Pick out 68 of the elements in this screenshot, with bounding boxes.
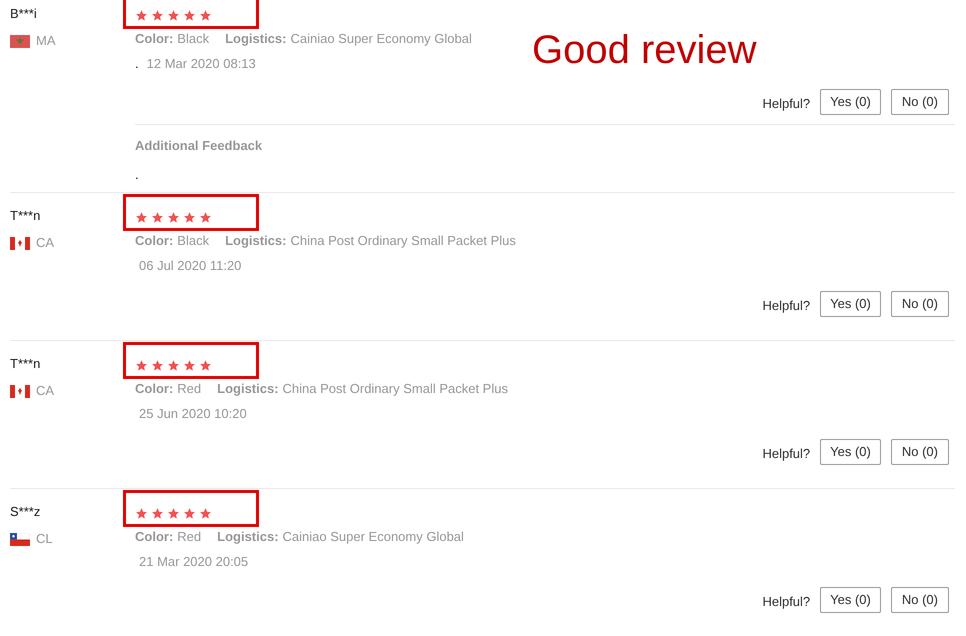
star-icon <box>199 358 212 372</box>
flag-icon <box>10 34 30 48</box>
color-label: Color: <box>135 380 174 398</box>
logistics-label: Logistics: <box>217 380 279 398</box>
star-icon <box>151 8 164 22</box>
star-icon <box>135 506 148 520</box>
star-icon <box>167 8 180 22</box>
color-label: Color: <box>135 30 174 48</box>
yes-button[interactable]: Yes (0) <box>820 587 881 613</box>
star-icon <box>167 210 180 224</box>
yes-button[interactable]: Yes (0) <box>820 291 881 317</box>
star-icon <box>199 210 212 224</box>
star-icon <box>183 506 196 520</box>
star-icon <box>151 506 164 520</box>
flag-icon <box>10 236 30 250</box>
helpful-label: Helpful? <box>762 297 810 316</box>
helpful-label: Helpful? <box>762 593 810 612</box>
no-button[interactable]: No (0) <box>890 291 949 317</box>
review-text: . <box>135 55 139 74</box>
color-value: Red <box>177 380 202 398</box>
country-code: CA <box>36 234 54 252</box>
no-button[interactable]: No (0) <box>890 587 949 613</box>
review-date: 06 Jul 2020 11:20 <box>139 257 242 276</box>
color-label: Color: <box>135 232 174 250</box>
reviewer-name: T***n <box>10 355 42 373</box>
flag-icon <box>10 532 30 546</box>
star-icon <box>151 358 164 372</box>
yes-button[interactable]: Yes (0) <box>820 89 881 115</box>
color-value: Black <box>177 30 210 48</box>
no-button[interactable]: No (0) <box>890 439 949 465</box>
logistics-value: Cainiao Super Economy Global <box>282 528 464 546</box>
review-date: 25 Jun 2020 10:20 <box>139 405 247 424</box>
additional-feedback-label: Additional Feedback <box>135 137 264 154</box>
country-code: CL <box>36 530 53 548</box>
star-icon <box>151 210 164 224</box>
logistics-label: Logistics: <box>225 30 286 48</box>
review-date: 12 Mar 2020 08:13 <box>146 55 256 74</box>
logistics-label: Logistics: <box>217 528 279 546</box>
reviewer-name: B***i <box>10 5 38 23</box>
color-value: Black <box>177 232 210 250</box>
yes-button[interactable]: Yes (0) <box>820 439 881 465</box>
logistics-label: Logistics: <box>225 232 286 250</box>
helpful-label: Helpful? <box>762 95 810 114</box>
reviewer-name: T***n <box>10 207 42 225</box>
star-icon <box>135 358 148 372</box>
star-icon <box>183 8 196 22</box>
color-value: Red <box>177 528 202 546</box>
color-label: Color: <box>135 528 174 546</box>
star-icon <box>183 358 196 372</box>
star-icon <box>199 8 212 22</box>
review-date: 21 Mar 2020 20:05 <box>139 553 248 572</box>
logistics-value: China Post Ordinary Small Packet Plus <box>282 380 508 398</box>
flag-icon <box>10 384 30 398</box>
star-icon <box>199 506 212 520</box>
no-button[interactable]: No (0) <box>890 89 949 115</box>
star-icon <box>167 358 180 372</box>
logistics-value: China Post Ordinary Small Packet Plus <box>290 232 516 250</box>
star-icon <box>183 210 196 224</box>
star-icon <box>135 8 148 22</box>
logistics-value: Cainiao Super Economy Global <box>290 30 472 48</box>
country-code: CA <box>36 382 54 400</box>
helpful-label: Helpful? <box>762 445 810 464</box>
country-code: MA <box>36 32 56 50</box>
additional-feedback-text: . <box>135 166 140 183</box>
annotation-text: Good review <box>532 27 757 74</box>
star-icon <box>167 506 180 520</box>
star-icon <box>135 210 148 224</box>
reviewer-name: S***z <box>10 503 42 521</box>
